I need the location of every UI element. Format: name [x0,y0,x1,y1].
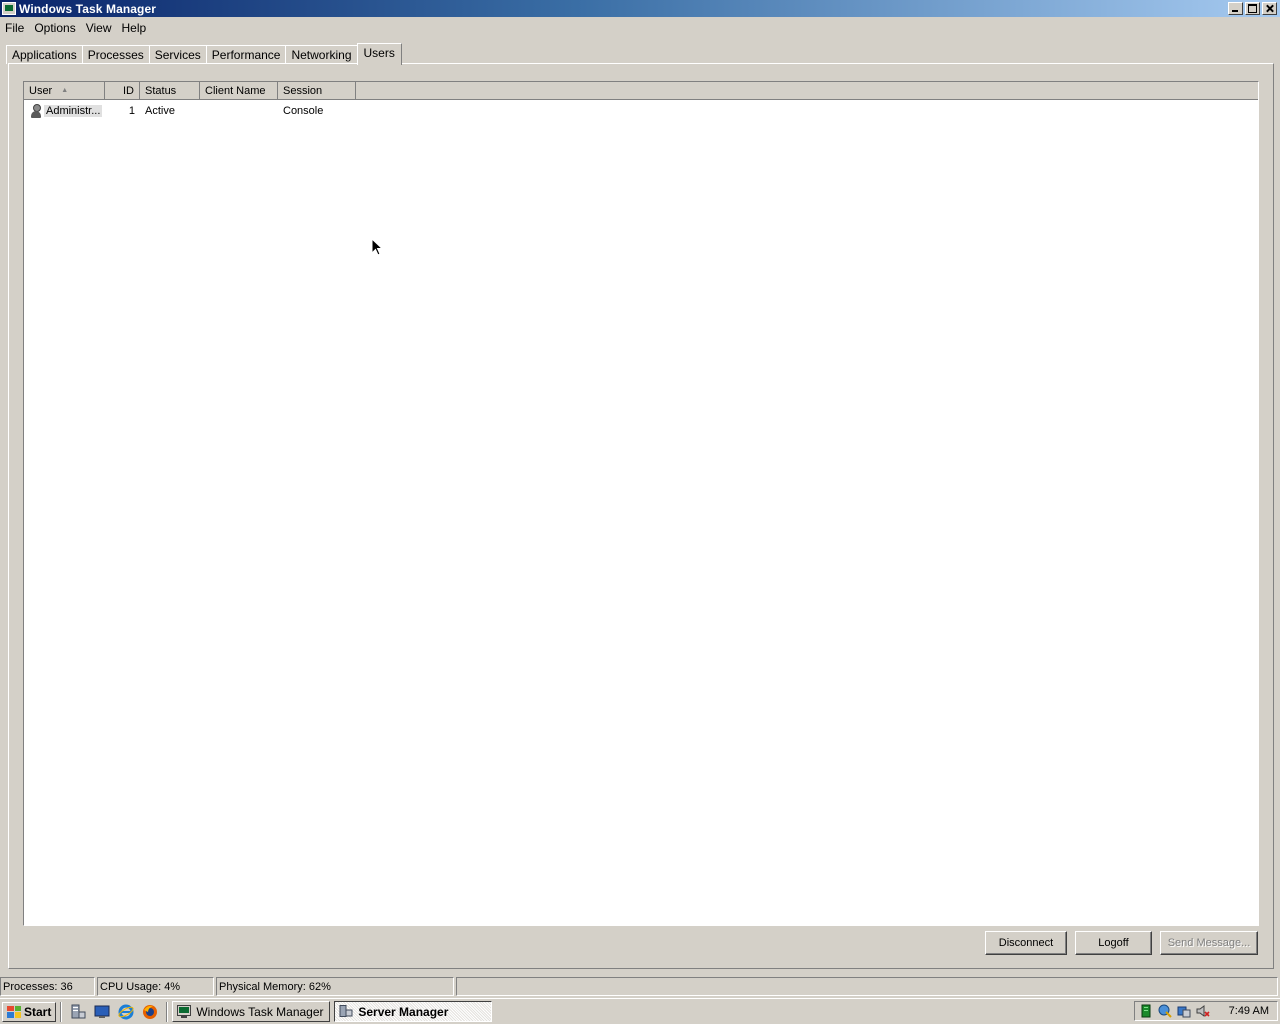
tab-strip: Applications Processes Services Performa… [6,43,402,65]
tab-processes[interactable]: Processes [81,45,150,64]
tab-applications[interactable]: Applications [6,45,83,64]
tab-networking[interactable]: Networking [285,45,358,64]
status-bar: Processes: 36 CPU Usage: 4% Physical Mem… [0,977,1280,996]
menu-help[interactable]: Help [117,21,152,35]
security-icon[interactable] [1158,1004,1172,1018]
taskbar-separator [60,1001,63,1022]
users-list[interactable]: User ▲ ID Status Client Name Session Adm… [23,81,1259,926]
show-desktop-icon[interactable] [93,1003,111,1021]
user-name: Administr... [44,104,103,117]
taskbar-button-label: Server Manager [358,1004,449,1019]
cell-id: 1 [128,104,135,117]
taskbar: Start Windows Task Manager Server Manage… [0,998,1280,1024]
menu-view[interactable]: View [81,21,117,35]
list-header: User ▲ ID Status Client Name Session [24,82,1258,100]
tab-users[interactable]: Users [356,43,402,65]
status-processes: Processes: 36 [0,977,95,996]
cell-status: Active [145,104,175,117]
taskbar-button-task-manager[interactable]: Windows Task Manager [172,1001,331,1022]
cell-session: Console [283,104,324,117]
clock[interactable]: 7:49 AM [1229,1005,1269,1017]
server-manager-icon[interactable] [69,1003,87,1021]
status-cpu-usage: CPU Usage: 4% [97,977,214,996]
list-body: Administr... 1 Active Console [24,102,1258,119]
taskbar-button-label: Windows Task Manager [196,1004,324,1019]
network-icon[interactable] [1139,1004,1153,1018]
internet-explorer-icon[interactable] [117,1003,135,1021]
column-header-session[interactable]: Session [278,82,356,99]
system-tray: 7:49 AM [1134,1001,1278,1021]
close-button[interactable] [1262,2,1277,15]
firefox-icon[interactable] [141,1003,159,1021]
send-message-button[interactable]: Send Message... [1160,931,1258,955]
sort-ascending-icon: ▲ [61,87,69,94]
volume-muted-icon[interactable] [1196,1004,1210,1018]
menu-options[interactable]: Options [29,21,80,35]
task-manager-icon [177,1005,192,1018]
column-header-user[interactable]: User ▲ [24,82,105,99]
minimize-button[interactable] [1228,2,1243,15]
cell-user: Administr... [24,103,105,119]
taskbar-button-server-manager[interactable]: Server Manager [334,1001,493,1022]
column-header-client-name[interactable]: Client Name [200,82,278,99]
menu-bar: File Options View Help [0,18,151,37]
taskbar-separator [166,1001,169,1022]
tab-performance[interactable]: Performance [205,45,287,64]
disconnect-button[interactable]: Disconnect [985,931,1067,955]
title-bar[interactable]: Windows Task Manager [0,0,1280,17]
column-header-user-label: User [29,84,53,97]
tab-services[interactable]: Services [148,45,207,64]
windows-logo-icon [7,1005,21,1018]
window-title: Windows Task Manager [19,1,157,16]
column-header-status[interactable]: Status [140,82,200,99]
update-icon[interactable] [1177,1004,1191,1018]
status-empty [456,977,1278,996]
start-label: Start [24,1004,52,1019]
start-button[interactable]: Start [2,1001,57,1022]
user-icon [29,103,43,119]
table-row[interactable]: Administr... 1 Active Console [24,102,1258,119]
server-manager-icon [339,1005,353,1018]
restore-button[interactable] [1245,2,1260,15]
column-header-id[interactable]: ID [105,82,140,99]
status-physical-memory: Physical Memory: 62% [216,977,454,996]
logoff-button[interactable]: Logoff [1075,931,1152,955]
task-manager-icon [2,2,16,15]
menu-file[interactable]: File [0,21,29,35]
mouse-cursor-icon [371,238,383,256]
